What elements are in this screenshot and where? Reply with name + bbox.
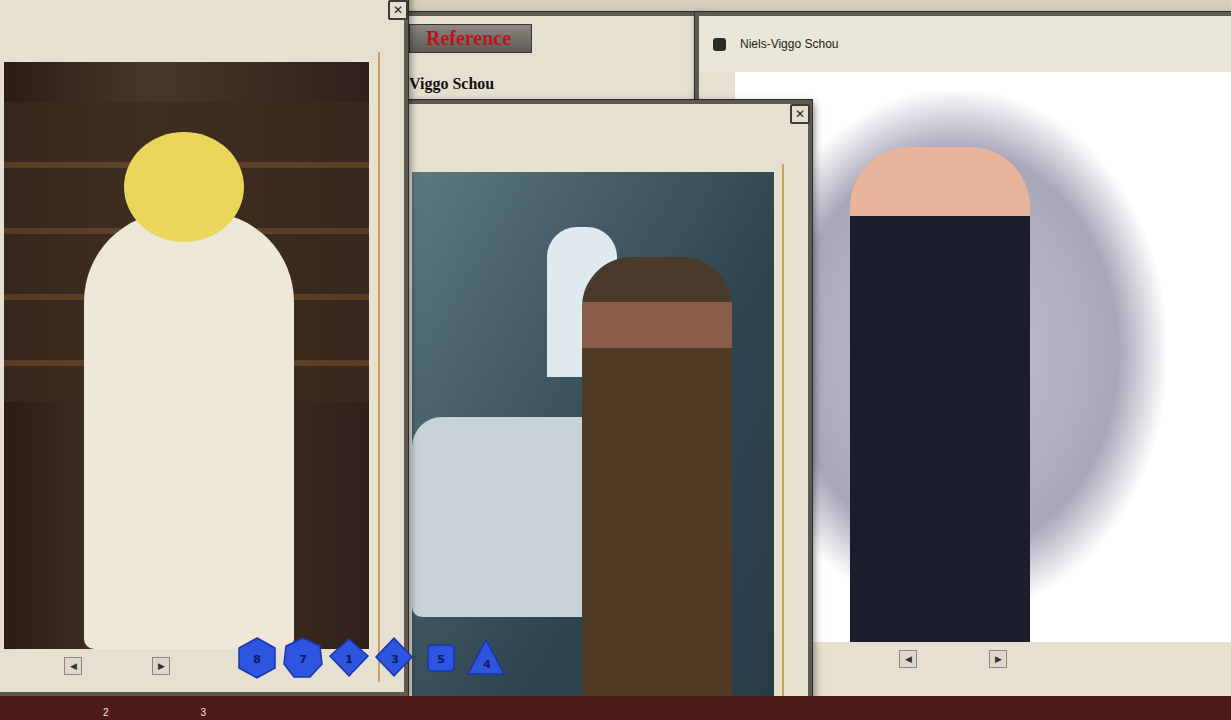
close-button[interactable]: ✕ xyxy=(790,104,810,124)
d6-icon[interactable]: 5 xyxy=(420,636,462,680)
die[interactable]: 1 xyxy=(328,636,370,684)
next-button[interactable]: ▶ xyxy=(989,650,1007,668)
desktop: ReferenceViggo SchouNiels-Viggo Schou◀▶✕… xyxy=(0,0,1231,720)
die[interactable]: 4 xyxy=(466,636,508,684)
die[interactable]: 5 xyxy=(420,636,462,684)
d8-icon[interactable]: 3 xyxy=(374,636,416,680)
svg-text:7: 7 xyxy=(299,653,307,666)
d12-icon[interactable]: 7 xyxy=(282,636,324,680)
man-figure xyxy=(850,147,1030,642)
die[interactable]: 3 xyxy=(374,636,416,684)
woman-figure xyxy=(84,212,294,649)
detective-figure xyxy=(582,257,732,712)
token-icon[interactable] xyxy=(713,38,726,51)
dice-tray: 8 7 1 3 5 4 xyxy=(236,636,508,684)
d20-icon[interactable]: 8 xyxy=(236,636,278,680)
svg-text:1: 1 xyxy=(345,653,353,666)
d10-icon[interactable]: 1 xyxy=(328,636,370,680)
reference-title-plate: Reference xyxy=(409,24,532,53)
die[interactable]: 8 xyxy=(236,636,278,684)
svg-text:5: 5 xyxy=(437,653,445,666)
close-button[interactable]: ✕ xyxy=(388,0,408,20)
hotkey-slot[interactable]: 2 xyxy=(103,707,109,720)
hotkey-slot[interactable]: 3 xyxy=(201,707,207,720)
scroll-rail xyxy=(782,164,784,720)
prev-button[interactable]: ◀ xyxy=(899,650,917,668)
d4-icon[interactable]: 4 xyxy=(466,636,508,680)
svg-text:4: 4 xyxy=(483,658,491,671)
next-button[interactable]: ▶ xyxy=(152,657,170,675)
prev-button[interactable]: ◀ xyxy=(64,657,82,675)
portrait-window[interactable]: ✕ xyxy=(400,100,812,720)
woman-portrait xyxy=(4,62,369,649)
hair-shape xyxy=(124,132,244,242)
portrait-window[interactable]: ✕ ◀ ▶ xyxy=(0,0,408,696)
svg-text:8: 8 xyxy=(253,653,261,666)
hotkey-bar: 23 xyxy=(0,696,1231,720)
die[interactable]: 7 xyxy=(282,636,324,684)
npc-titlebar: Niels-Viggo Schou xyxy=(699,16,1231,72)
scroll-rail xyxy=(378,52,380,682)
reference-title: Reference xyxy=(426,27,511,49)
morgue-portrait xyxy=(412,172,774,712)
reference-heading: Viggo Schou xyxy=(409,75,691,93)
svg-text:3: 3 xyxy=(391,653,399,666)
npc-title: Niels-Viggo Schou xyxy=(740,37,839,51)
